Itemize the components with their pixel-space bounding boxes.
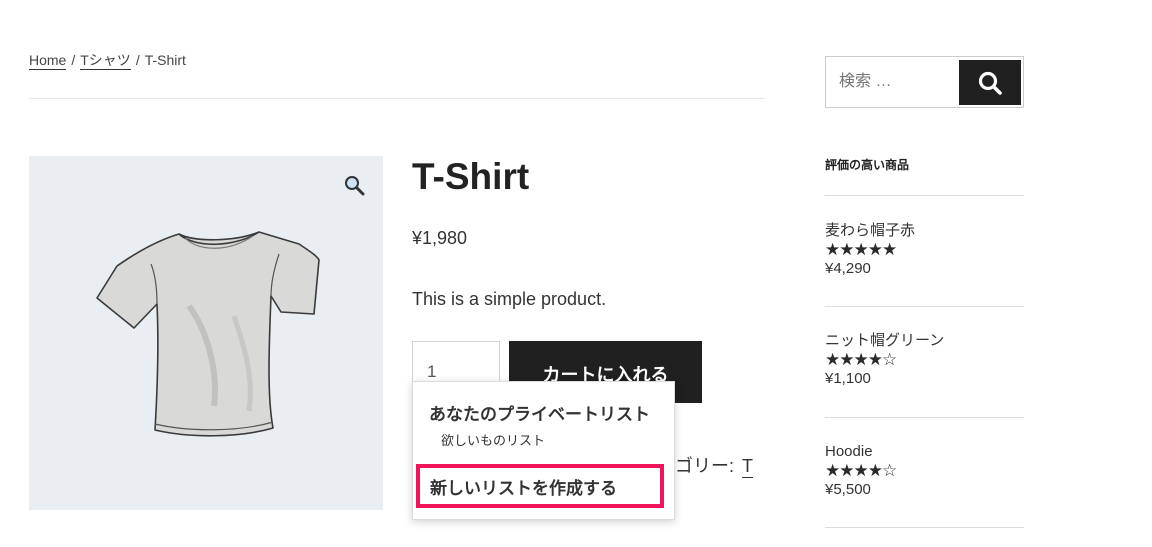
product-category: ゴリー: T <box>675 452 754 478</box>
top-rated-item-name[interactable]: Hoodie <box>825 442 1024 461</box>
search-form <box>825 56 1024 108</box>
top-rated-item-price: ¥4,290 <box>825 260 871 277</box>
tshirt-illustration <box>96 231 320 437</box>
wishlist-dropdown-heading: あなたのプライベートリスト <box>429 405 650 424</box>
top-rated-item-price: ¥1,100 <box>825 370 871 387</box>
top-rated-item: Hoodie ★★★★☆ ¥5,500 <box>825 442 1024 499</box>
sidebar-divider <box>825 306 1024 307</box>
star-rating-icon: ★★★★☆ <box>825 350 897 369</box>
magnifier-zoom-icon[interactable] <box>343 174 367 198</box>
header-divider <box>29 98 765 99</box>
breadcrumb-separator: / <box>71 52 76 68</box>
wishlist-dropdown: あなたのプライベートリスト 欲しいものリスト 新しいリストを作成する <box>412 381 675 520</box>
top-rated-item-name[interactable]: 麦わら帽子赤 <box>825 221 1024 240</box>
top-rated-item: 麦わら帽子赤 ★★★★★ ¥4,290 <box>825 221 1024 278</box>
product-image[interactable] <box>29 156 383 510</box>
top-rated-item-name[interactable]: ニット帽グリーン <box>825 331 1024 350</box>
create-new-list-button[interactable]: 新しいリストを作成する <box>416 464 664 508</box>
product-description: This is a simple product. <box>412 289 607 309</box>
top-rated-item: ニット帽グリーン ★★★★☆ ¥1,100 <box>825 331 1024 388</box>
product-price: ¥1,980 <box>412 228 468 248</box>
breadcrumb-category-link[interactable]: Tシャツ <box>80 52 131 70</box>
search-button[interactable] <box>959 60 1021 105</box>
category-link[interactable]: T <box>742 456 754 478</box>
wishlist-list-item[interactable]: 欲しいものリスト <box>441 430 545 449</box>
category-label: ゴリー: <box>675 456 735 476</box>
top-rated-widget-title: 評価の高い商品 <box>825 158 910 172</box>
breadcrumb-separator: / <box>135 52 140 68</box>
breadcrumb: Home / Tシャツ / T-Shirt <box>29 50 186 70</box>
sidebar-divider <box>825 195 1024 196</box>
breadcrumb-home-link[interactable]: Home <box>29 52 67 70</box>
product-title: T-Shirt <box>412 156 530 197</box>
star-rating-icon: ★★★★☆ <box>825 461 897 480</box>
star-rating-icon: ★★★★★ <box>825 240 897 259</box>
breadcrumb-current: T-Shirt <box>144 52 186 68</box>
top-rated-item-price: ¥5,500 <box>825 481 871 498</box>
search-icon <box>978 71 1002 95</box>
search-input[interactable] <box>826 57 956 107</box>
sidebar-divider <box>825 527 1024 528</box>
sidebar-divider <box>825 417 1024 418</box>
